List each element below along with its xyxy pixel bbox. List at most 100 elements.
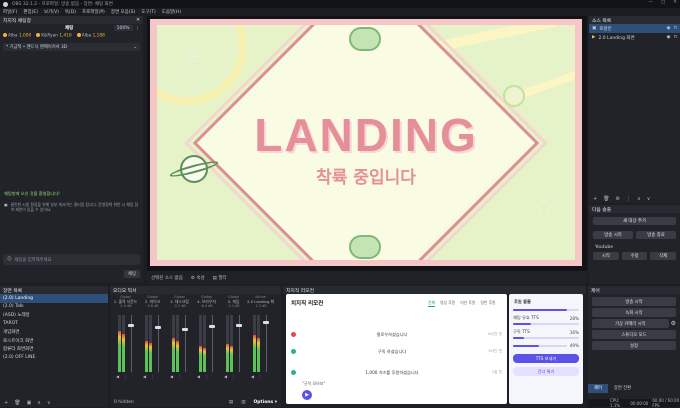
volume-fader[interactable] — [185, 315, 186, 372]
event-row[interactable]: 구독 하셨습니다 3시간 전 — [291, 345, 502, 358]
menu-tools[interactable]: 도구(T) — [141, 9, 156, 15]
speaker-icon[interactable]: ◀ — [170, 374, 173, 379]
mixer-layout-icon[interactable]: ▤ — [229, 400, 233, 405]
fader-knob[interactable] — [128, 323, 134, 327]
start-recording-button[interactable]: 녹화 시작 — [592, 308, 676, 317]
chat-input[interactable]: ☺ 채팅을 입력해주세요 — [3, 254, 140, 265]
mixer-mute-icon[interactable]: ▥ — [241, 400, 245, 405]
move-up-icon[interactable]: ∧ — [637, 196, 641, 202]
virtual-cam-settings-icon[interactable]: ⚙ — [671, 320, 676, 327]
filters-button[interactable]: ▤ 필터 — [213, 275, 227, 281]
volume-fader[interactable] — [158, 315, 159, 372]
event-row[interactable]: 1,000 치즈를 후원하셨습니다 1일 전 — [291, 366, 502, 379]
scene-item[interactable]: (2.0) Talk — [0, 303, 108, 312]
fader-knob[interactable] — [236, 324, 242, 328]
tab-controls[interactable]: 제어 — [588, 384, 608, 393]
scene-item[interactable]: (2.0) Landing — [0, 294, 108, 303]
settings-button[interactable]: 설정 — [592, 341, 676, 350]
tab-mission-donation[interactable]: 미션 후원 — [460, 300, 475, 307]
move-up-icon[interactable]: ∧ — [37, 400, 41, 406]
tab-all[interactable]: 전체 — [428, 300, 435, 307]
chat-send-button[interactable]: 채팅 — [124, 270, 140, 278]
volume-slider[interactable] — [513, 309, 579, 311]
move-down-icon[interactable]: ∨ — [47, 400, 51, 406]
tab-scene-transitions[interactable]: 장면 전환 — [608, 384, 637, 393]
scene-item[interactable]: (2.0) OFF LINE — [0, 354, 108, 363]
channel-menu-icon[interactable]: ⋮ — [123, 374, 127, 379]
speaker-icon[interactable]: ◀ — [224, 374, 227, 379]
chat-menu-icon[interactable]: ⋮ — [136, 26, 141, 31]
add-target-button[interactable]: 새 대상 추가 — [593, 217, 676, 225]
fader-knob[interactable] — [209, 325, 215, 329]
menu-file[interactable]: 파일(F) — [3, 9, 17, 15]
fader-knob[interactable] — [263, 320, 269, 324]
emoji-icon[interactable]: ☺ — [7, 257, 11, 262]
delete-scene-icon[interactable]: 🗑 — [14, 400, 20, 406]
tab-general-donation[interactable]: 일반 후원 — [480, 300, 495, 307]
start-virtual-camera-button[interactable]: 가상 카메라 시작 — [592, 319, 669, 328]
volume-fader[interactable] — [212, 315, 213, 372]
lock-icon[interactable]: ⊓ — [673, 26, 677, 31]
lock-icon[interactable]: ⊓ — [673, 35, 677, 40]
menu-docks[interactable]: 독(D) — [65, 9, 76, 15]
scene-item[interactable]: 게임화면 — [0, 328, 108, 337]
fader-knob[interactable] — [182, 327, 188, 331]
menu-view[interactable]: 보기(V) — [44, 9, 59, 15]
menu-edit[interactable]: 편집(E) — [23, 9, 38, 15]
delete-source-icon[interactable]: 🗑 — [603, 196, 609, 202]
menu-profile[interactable]: 프로파일(P) — [82, 9, 105, 15]
speaker-icon[interactable]: ◀ — [143, 374, 146, 379]
visibility-eye-icon[interactable]: ◉ — [667, 26, 671, 31]
youtube-start-button[interactable]: 시작 — [593, 252, 619, 260]
sub-tts-slider[interactable] — [513, 337, 579, 339]
properties-button[interactable]: ⚙ 속성 — [191, 275, 205, 281]
minimize-icon[interactable]: — — [648, 0, 653, 5]
youtube-edit-button[interactable]: 수정 — [621, 252, 648, 260]
close-icon[interactable]: ✕ — [673, 0, 677, 5]
source-item[interactable]: ▶ 2.0 Landing 화면 ◉ ⊓ — [589, 33, 680, 42]
play-icon[interactable]: ▶ — [302, 390, 312, 400]
youtube-delete-button[interactable]: 삭제 — [650, 252, 677, 260]
menu-help[interactable]: 도움말(H) — [162, 9, 181, 15]
channel-menu-icon[interactable]: ⋮ — [177, 374, 181, 379]
scene-item[interactable]: TAROT — [0, 320, 108, 329]
pinned-notice[interactable]: * 기금적 • 팬드닉 팬메이커서 3D ⌄ — [3, 43, 140, 51]
options-button[interactable]: Options ▾ — [253, 400, 277, 405]
visibility-eye-icon[interactable]: ◉ — [667, 35, 671, 40]
dock-close-icon[interactable]: ✕ — [136, 18, 140, 23]
add-source-icon[interactable]: + — [593, 196, 597, 202]
zoom-field[interactable]: 100% — [113, 25, 133, 31]
fader-knob[interactable] — [155, 326, 161, 330]
more-icon[interactable]: ⋮ — [626, 196, 631, 202]
add-scene-icon[interactable]: + — [4, 400, 8, 406]
channel-menu-icon[interactable]: ⋮ — [204, 374, 208, 379]
third-slider[interactable] — [513, 344, 567, 347]
scene-settings-icon[interactable]: ▣ — [27, 400, 32, 406]
channel-menu-icon[interactable]: ⋮ — [231, 374, 235, 379]
menu-scene-collection[interactable]: 장면 모음(S) — [111, 9, 135, 15]
move-down-icon[interactable]: ∨ — [647, 196, 651, 202]
source-item[interactable]: ▣ 로컬빈 ◉ ⊓ — [589, 24, 680, 33]
source-settings-icon[interactable]: ⚙ — [616, 196, 620, 202]
maximize-icon[interactable]: □ — [661, 0, 665, 5]
speaker-icon[interactable]: ◀ — [251, 374, 254, 379]
speaker-icon[interactable]: ◀ — [197, 374, 200, 379]
chat-tts-slider[interactable] — [513, 323, 579, 325]
chevron-down-icon[interactable]: ⌄ — [133, 45, 137, 50]
studio-mode-button[interactable]: 스튜디오 모드 — [592, 330, 676, 339]
tts-send-button[interactable]: TTS 보내기 — [513, 354, 579, 363]
channel-menu-icon[interactable]: ⋮ — [150, 374, 154, 379]
scene-item[interactable]: 합류타 화면화면 — [0, 345, 108, 354]
start-streaming-button[interactable]: 방송 시작 — [592, 297, 676, 306]
skip-button[interactable]: 건너 뛰기 — [513, 367, 579, 376]
start-stream-button[interactable]: 방송 시작 — [593, 231, 633, 239]
chat-tab[interactable]: 채팅 — [65, 25, 73, 31]
scene-item[interactable]: 로스트아크 화면 — [0, 337, 108, 346]
channel-menu-icon[interactable]: ⋮ — [258, 374, 262, 379]
event-row[interactable]: 팔로우하셨습니다 6시간 전 — [291, 328, 502, 341]
stop-stream-button[interactable]: 방송 종료 — [636, 231, 676, 239]
scene-item[interactable]: (ASD) 노래방 — [0, 311, 108, 320]
preview-canvas[interactable]: ☆ ☆ LANDING 착륙 중입니다 — [147, 16, 587, 271]
tab-video-donation[interactable]: 영상 후원 — [440, 300, 455, 307]
speaker-icon[interactable]: ◀ — [116, 374, 119, 379]
